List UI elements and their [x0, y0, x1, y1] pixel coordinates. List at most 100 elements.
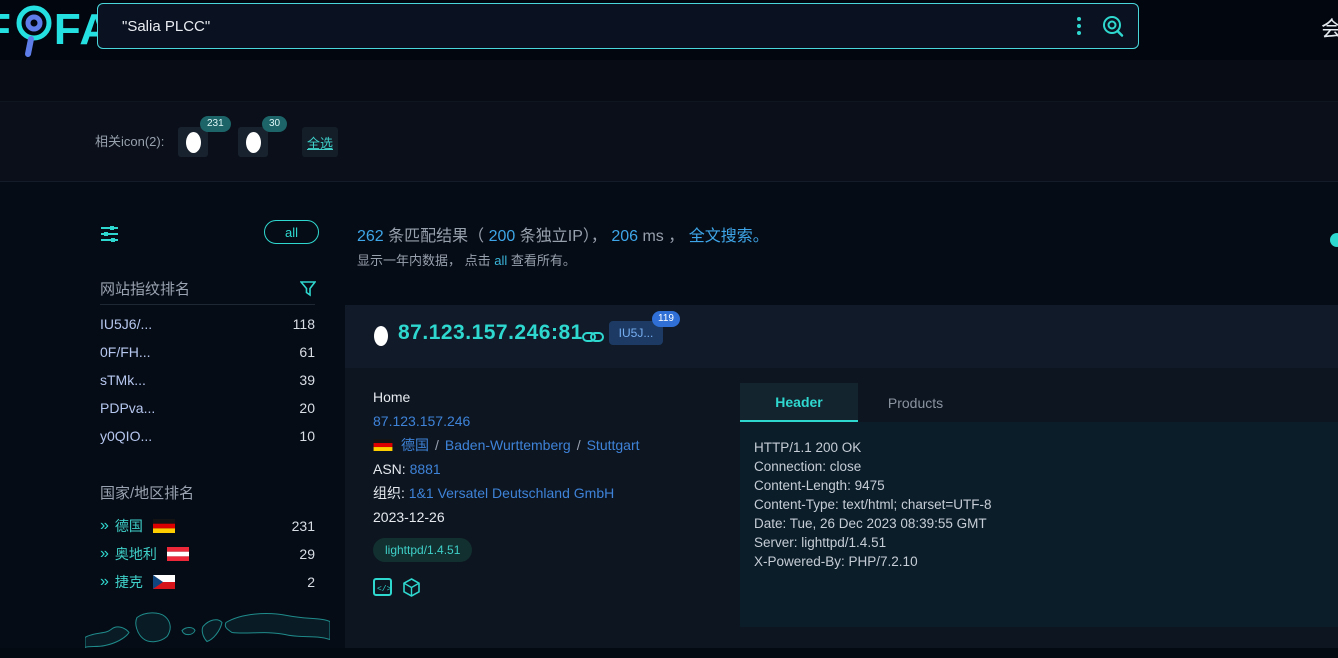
summary-text: ms ， [638, 228, 689, 245]
country-name: 捷克 [115, 572, 143, 592]
germany-flag-icon [373, 439, 393, 451]
country-item-germany[interactable]: » 德国 231 [100, 512, 315, 540]
country-item-czech[interactable]: » 捷克 2 [100, 568, 315, 596]
server-version-tag[interactable]: lighttpd/1.4.51 [373, 538, 472, 562]
country-link[interactable]: 德国 [401, 433, 429, 457]
results-summary-note: 显示一年内数据， 点击 all 查看所有。 [357, 250, 576, 269]
http-header-line: Content-Type: text/html; charset=UTF-8 [754, 495, 1328, 514]
result-card: 87.123.157.246:81 IU5J... 119 Home 87.12… [345, 305, 1338, 648]
related-favicon-2[interactable] [238, 127, 268, 157]
fingerprint-label: 0F/FH... [100, 344, 151, 360]
country-count: 29 [299, 546, 315, 562]
double-chevron-icon: » [100, 573, 107, 591]
all-link[interactable]: all [494, 253, 507, 268]
ip-count: 200 [489, 228, 516, 245]
search-options-kebab-icon[interactable] [1072, 14, 1086, 38]
note-text: 查看所有。 [507, 253, 576, 268]
floating-action-dot[interactable] [1330, 233, 1338, 247]
org-label: 组织: [373, 485, 405, 501]
search-icon [1101, 14, 1125, 38]
http-header-line: Server: lighttpd/1.4.51 [754, 533, 1328, 552]
fingerprint-item[interactable]: sTMk... 39 [100, 366, 315, 394]
related-icons-row: 相关icon(2): 231 30 全选 [0, 102, 1338, 182]
svg-text:</>: </> [377, 585, 392, 594]
search-button[interactable] [1096, 9, 1130, 43]
czech-flag-icon [153, 575, 175, 589]
related-favicon-1[interactable] [178, 127, 208, 157]
detail-tabs: Header Products [740, 383, 1338, 422]
result-card-header: 87.123.157.246:81 IU5J... 119 [345, 305, 1338, 368]
country-count: 2 [307, 574, 315, 590]
country-ranking-title: 国家/地区排名 [100, 482, 315, 503]
http-header-line: Connection: close [754, 457, 1328, 476]
country-item-austria[interactable]: » 奥地利 29 [100, 540, 315, 568]
fingerprint-item[interactable]: IU5J6/... 118 [100, 310, 315, 338]
http-header-panel: HTTP/1.1 200 OK Connection: close Conten… [740, 422, 1338, 627]
favicon-1-count-badge: 231 [200, 116, 231, 132]
host-details: Home 87.123.157.246 德国 / Baden-Wurttembe… [373, 385, 733, 529]
http-header-line: HTTP/1.1 200 OK [754, 438, 1328, 457]
query-time: 206 [611, 228, 638, 245]
fofa-logo[interactable]: F FA [0, 0, 112, 60]
all-filter-button[interactable]: all [264, 220, 319, 244]
country-name: 德国 [115, 516, 143, 536]
fingerprint-label: y0QIO... [100, 428, 152, 444]
fingerprint-filter-funnel-icon[interactable] [300, 281, 316, 297]
fingerprint-ranking-title: 网站指纹排名 [100, 278, 315, 299]
results-summary: 262 条匹配结果（ 200 条独立IP）， 206 ms ， 全文搜索。 [357, 222, 769, 246]
tab-header[interactable]: Header [740, 383, 858, 422]
favicon-oval-icon [374, 326, 388, 346]
result-ip-port-link[interactable]: 87.123.157.246:81 [398, 321, 583, 345]
germany-flag-icon [153, 519, 175, 533]
fingerprint-label: IU5J6/... [100, 316, 152, 332]
filters-sliders-icon[interactable] [100, 224, 119, 243]
separator: / [577, 433, 581, 457]
asn-row: ASN: 8881 [373, 457, 733, 481]
fingerprint-item[interactable]: 0F/FH... 61 [100, 338, 315, 366]
match-count: 262 [357, 228, 384, 245]
search-input[interactable] [98, 4, 1072, 48]
fingerprint-count: 10 [299, 428, 315, 444]
fingerprint-count: 118 [293, 316, 315, 332]
member-link-cutoff[interactable]: 会员 [1321, 13, 1338, 43]
divider [100, 304, 315, 305]
related-icons-label: 相关icon(2): [95, 102, 164, 182]
http-header-line: X-Powered-By: PHP/7.2.10 [754, 552, 1328, 571]
note-text: 显示一年内数据， 点击 [357, 253, 494, 268]
fingerprint-label: sTMk... [100, 372, 146, 388]
bottom-band [0, 648, 1338, 658]
page-title: Home [373, 385, 733, 409]
product-cube-icon[interactable] [402, 578, 421, 597]
logo-text-f: F [0, 0, 12, 60]
fingerprint-label: PDPva... [100, 400, 155, 416]
fingerprint-count: 39 [299, 372, 315, 388]
link-chain-icon[interactable] [582, 330, 604, 344]
double-chevron-icon: » [100, 545, 107, 563]
fingerprint-count: 61 [299, 344, 315, 360]
favicon-2-count-badge: 30 [262, 116, 287, 132]
select-all-button[interactable]: 全选 [302, 127, 338, 157]
fulltext-search-link[interactable]: 全文搜索。 [689, 228, 769, 245]
search-bar [97, 3, 1139, 49]
scan-date: 2023-12-26 [373, 505, 733, 529]
region-link[interactable]: Baden-Wurttemberg [445, 433, 571, 457]
top-bar: F FA 会员 [0, 0, 1338, 60]
fofa-search-results-page: F FA 会员 相关icon(2): [0, 0, 1338, 658]
favicon-oval-icon [246, 132, 261, 153]
fingerprint-item[interactable]: y0QIO... 10 [100, 422, 315, 450]
http-header-line: Date: Tue, 26 Dec 2023 08:39:55 GMT [754, 514, 1328, 533]
org-link[interactable]: 1&1 Versatel Deutschland GmbH [409, 485, 614, 501]
favicon-oval-icon [186, 132, 201, 153]
summary-text: 条匹配结果（ [384, 228, 489, 245]
fingerprint-item[interactable]: PDPva... 20 [100, 394, 315, 422]
source-code-icon[interactable]: </> [373, 578, 392, 596]
ip-link[interactable]: 87.123.157.246 [373, 409, 733, 433]
org-row: 组织: 1&1 Versatel Deutschland GmbH [373, 481, 733, 505]
logo-magnifier-icon [12, 1, 54, 59]
tab-products[interactable]: Products [858, 383, 973, 422]
asn-link[interactable]: 8881 [410, 461, 441, 477]
double-chevron-icon: » [100, 517, 107, 535]
country-name: 奥地利 [115, 544, 157, 564]
asn-label: ASN: [373, 461, 406, 477]
city-link[interactable]: Stuttgart [587, 433, 640, 457]
